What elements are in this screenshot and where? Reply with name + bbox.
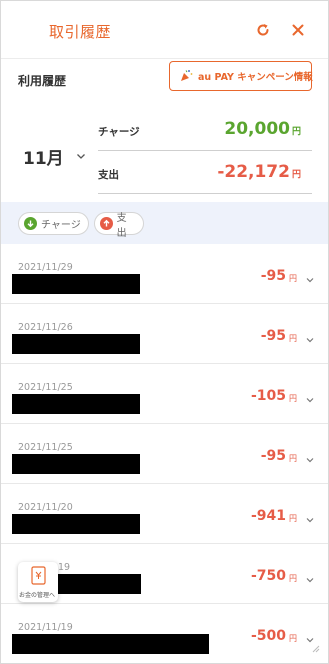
arrow-up-icon <box>100 217 113 230</box>
chevron-down-icon[interactable] <box>305 270 315 289</box>
charge-total: 20,000 円 <box>224 119 301 139</box>
transaction-unit: 円 <box>289 274 297 283</box>
transaction-amount: -95 <box>260 328 286 344</box>
redacted-merchant <box>12 514 140 534</box>
campaign-button[interactable]: au PAY キャンペーン情報 <box>169 61 313 91</box>
transaction-row[interactable]: 2021/11/29 -95 円 <box>1 244 328 304</box>
transaction-row[interactable]: 2021/11/25 -95 円 <box>1 424 328 484</box>
money-management-button[interactable]: お金の管理へ <box>18 562 58 602</box>
chevron-down-icon[interactable] <box>305 510 315 529</box>
chevron-down-icon[interactable] <box>305 570 315 589</box>
transaction-amount: -105 <box>250 388 286 404</box>
spend-total: -22,172 円 <box>217 162 301 182</box>
spend-total-unit: 円 <box>291 170 301 180</box>
transaction-row[interactable]: 2021/11/25 -105 円 <box>1 364 328 424</box>
app-frame: 取引履歴 利用履歴 au PAY キャンペーン情報 11月 チャージ 20,00… <box>0 0 329 664</box>
transaction-row[interactable]: 2021/11/19 -500 円 <box>1 604 328 663</box>
transaction-row[interactable]: 2021/11/26 -95 円 <box>1 304 328 364</box>
campaign-button-label: au PAY キャンペーン情報 <box>198 72 313 83</box>
spend-total-value: -22,172 <box>217 162 290 182</box>
redacted-merchant <box>12 274 140 294</box>
transaction-date: 19 <box>58 562 71 573</box>
filter-bar: チャージ 支出 <box>1 202 328 244</box>
redacted-merchant <box>12 634 209 654</box>
filter-charge-label: チャージ <box>41 220 81 231</box>
transaction-unit: 円 <box>289 634 297 643</box>
charge-total-value: 20,000 <box>224 119 290 139</box>
usage-history-label: 利用履歴 <box>18 74 67 88</box>
transaction-date: 2021/11/25 <box>18 382 73 393</box>
chevron-down-icon[interactable] <box>305 450 315 469</box>
transaction-row[interactable]: 2021/11/20 -941 円 <box>1 484 328 544</box>
summary-divider <box>98 193 312 194</box>
redacted-merchant <box>12 394 140 414</box>
page-title: 取引履歴 <box>49 23 112 41</box>
month-selector[interactable]: 11月 <box>23 144 64 169</box>
transaction-unit: 円 <box>289 514 297 523</box>
wallet-yen-icon <box>31 566 46 589</box>
party-popper-icon <box>180 67 193 86</box>
chevron-down-icon[interactable] <box>305 390 315 409</box>
redacted-merchant <box>12 454 140 474</box>
summary-divider <box>98 150 312 151</box>
chevron-down-icon[interactable] <box>75 147 87 166</box>
redacted-merchant <box>58 574 141 594</box>
close-icon[interactable] <box>289 21 307 39</box>
transaction-amount: -500 <box>250 628 286 644</box>
transaction-amount: -95 <box>260 448 286 464</box>
spend-label: 支出 <box>98 169 119 181</box>
filter-spend-label: 支出 <box>116 212 127 239</box>
redacted-merchant <box>12 334 140 354</box>
transaction-amount: -750 <box>250 568 286 584</box>
resize-handle-icon <box>312 638 320 657</box>
transaction-amount: -95 <box>260 268 286 284</box>
money-management-label: お金の管理へ <box>19 592 56 599</box>
transaction-date: 2021/11/25 <box>18 442 73 453</box>
transaction-unit: 円 <box>289 574 297 583</box>
transaction-date: 2021/11/29 <box>18 262 73 273</box>
arrow-down-icon <box>24 217 37 230</box>
transaction-amount: -941 <box>250 508 286 524</box>
refresh-icon[interactable] <box>254 21 272 39</box>
transaction-date: 2021/11/20 <box>18 502 73 513</box>
filter-charge-button[interactable]: チャージ <box>18 212 89 235</box>
transaction-unit: 円 <box>289 454 297 463</box>
transaction-unit: 円 <box>289 334 297 343</box>
transaction-date: 2021/11/19 <box>18 622 73 633</box>
charge-total-unit: 円 <box>291 127 301 137</box>
header: 取引履歴 <box>1 1 328 59</box>
filter-spend-button[interactable]: 支出 <box>94 212 144 239</box>
transaction-date: 2021/11/26 <box>18 322 73 333</box>
chevron-down-icon[interactable] <box>305 330 315 349</box>
transaction-unit: 円 <box>289 394 297 403</box>
charge-label: チャージ <box>98 126 140 138</box>
